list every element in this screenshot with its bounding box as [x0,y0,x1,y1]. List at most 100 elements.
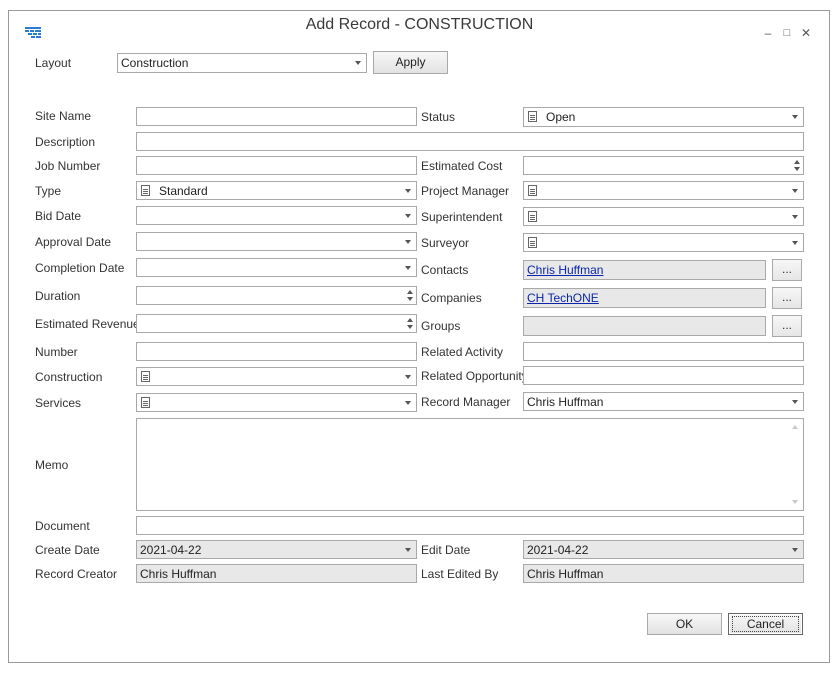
companies-browse-button[interactable]: ... [772,287,802,309]
estimated-cost-spinner[interactable] [523,156,804,175]
contact-link[interactable]: Chris Huffman [527,263,603,277]
close-button[interactable]: ✕ [800,26,812,40]
chevron-down-icon [405,189,411,193]
chevron-down-icon [405,214,411,218]
scroll-up-icon[interactable] [792,425,798,429]
document-icon [528,237,537,248]
duration-spinner[interactable] [136,286,417,305]
layout-select[interactable]: Construction [117,53,367,73]
superintendent-label: Superintendent [421,210,503,224]
type-label: Type [35,184,62,198]
chevron-down-icon [405,401,411,405]
groups-label: Groups [421,319,461,333]
construction-select[interactable] [136,367,417,386]
chevron-down-icon [792,189,798,193]
record-manager-select[interactable]: Chris Huffman [523,392,804,411]
chevron-down-icon [792,400,798,404]
window-title: Add Record - CONSTRUCTION [305,16,534,33]
create-date-field: 2021-04-22 [136,540,417,559]
groups-field [523,316,766,336]
services-label: Services [35,396,82,410]
record-creator-field: Chris Huffman [136,564,417,583]
estimated-cost-label: Estimated Cost [421,159,503,173]
bid-date-picker[interactable] [136,206,417,225]
surveyor-label: Surveyor [421,236,470,250]
document-icon [141,397,150,408]
chevron-down-icon [792,548,798,552]
construction-label: Construction [35,370,103,384]
spin-down-icon[interactable] [794,167,800,171]
ok-button[interactable]: OK [647,613,722,635]
edit-date-field: 2021-04-22 [523,540,804,559]
related-activity-input[interactable] [523,342,804,361]
document-icon [528,185,537,196]
status-select[interactable]: Open [523,107,804,127]
chevron-down-icon [792,115,798,119]
related-opportunity-label: Related Opportunity [421,369,528,383]
number-label: Number [35,345,78,359]
memo-scrollbar[interactable] [787,419,803,510]
layout-label: Layout [35,56,72,70]
completion-date-picker[interactable] [136,258,417,277]
related-opportunity-input[interactable] [523,366,804,385]
groups-browse-button[interactable]: ... [772,315,802,337]
apply-button[interactable]: Apply [373,51,448,74]
contacts-field: Chris Huffman [523,260,766,280]
estimated-revenue-spinner[interactable] [136,314,417,333]
job-number-input[interactable] [136,156,417,175]
memo-label: Memo [35,458,69,472]
approval-date-picker[interactable] [136,232,417,251]
project-manager-select[interactable] [523,181,804,200]
related-activity-label: Related Activity [421,345,504,359]
description-label: Description [35,135,96,149]
document-label: Document [35,519,90,533]
chevron-down-icon [792,241,798,245]
record-manager-label: Record Manager [421,395,511,409]
companies-label: Companies [421,291,482,305]
chevron-down-icon [405,240,411,244]
estimated-revenue-label: Estimated Revenue [35,317,140,331]
chevron-down-icon [405,375,411,379]
document-icon [141,185,150,196]
cancel-button-label: Cancel [731,616,800,632]
chevron-down-icon [355,61,361,65]
completion-date-label: Completion Date [35,261,125,275]
spin-up-icon[interactable] [407,318,413,322]
number-input[interactable] [136,342,417,361]
contacts-browse-button[interactable]: ... [772,259,802,281]
spin-up-icon[interactable] [407,290,413,294]
contacts-label: Contacts [421,263,469,277]
document-input[interactable] [136,516,804,535]
maximize-button[interactable]: □ [781,27,793,39]
type-select[interactable]: Standard [136,181,417,200]
last-edited-by-label: Last Edited By [421,567,499,581]
create-date-label: Create Date [35,543,100,557]
memo-textarea[interactable] [136,418,804,511]
spin-up-icon[interactable] [794,160,800,164]
scroll-down-icon[interactable] [792,500,798,504]
project-manager-label: Project Manager [421,184,510,198]
site-name-input[interactable] [136,107,417,126]
job-number-label: Job Number [35,159,101,173]
bid-date-label: Bid Date [35,209,82,223]
spin-down-icon[interactable] [407,325,413,329]
duration-label: Duration [35,289,81,303]
surveyor-select[interactable] [523,233,804,252]
superintendent-select[interactable] [523,207,804,226]
minimize-button[interactable]: – [762,26,774,40]
chevron-down-icon [405,266,411,270]
layout-value: Construction [121,56,189,70]
company-link[interactable]: CH TechONE [527,291,599,305]
last-edited-by-field: Chris Huffman [523,564,804,583]
document-icon [528,111,537,122]
document-icon [141,371,150,382]
spin-down-icon[interactable] [407,297,413,301]
cancel-button[interactable]: Cancel [728,613,803,635]
record-creator-label: Record Creator [35,567,118,581]
site-name-label: Site Name [35,109,92,123]
chevron-down-icon [405,548,411,552]
services-select[interactable] [136,393,417,412]
edit-date-label: Edit Date [421,543,471,557]
status-label: Status [421,110,456,124]
description-input[interactable] [136,132,804,151]
